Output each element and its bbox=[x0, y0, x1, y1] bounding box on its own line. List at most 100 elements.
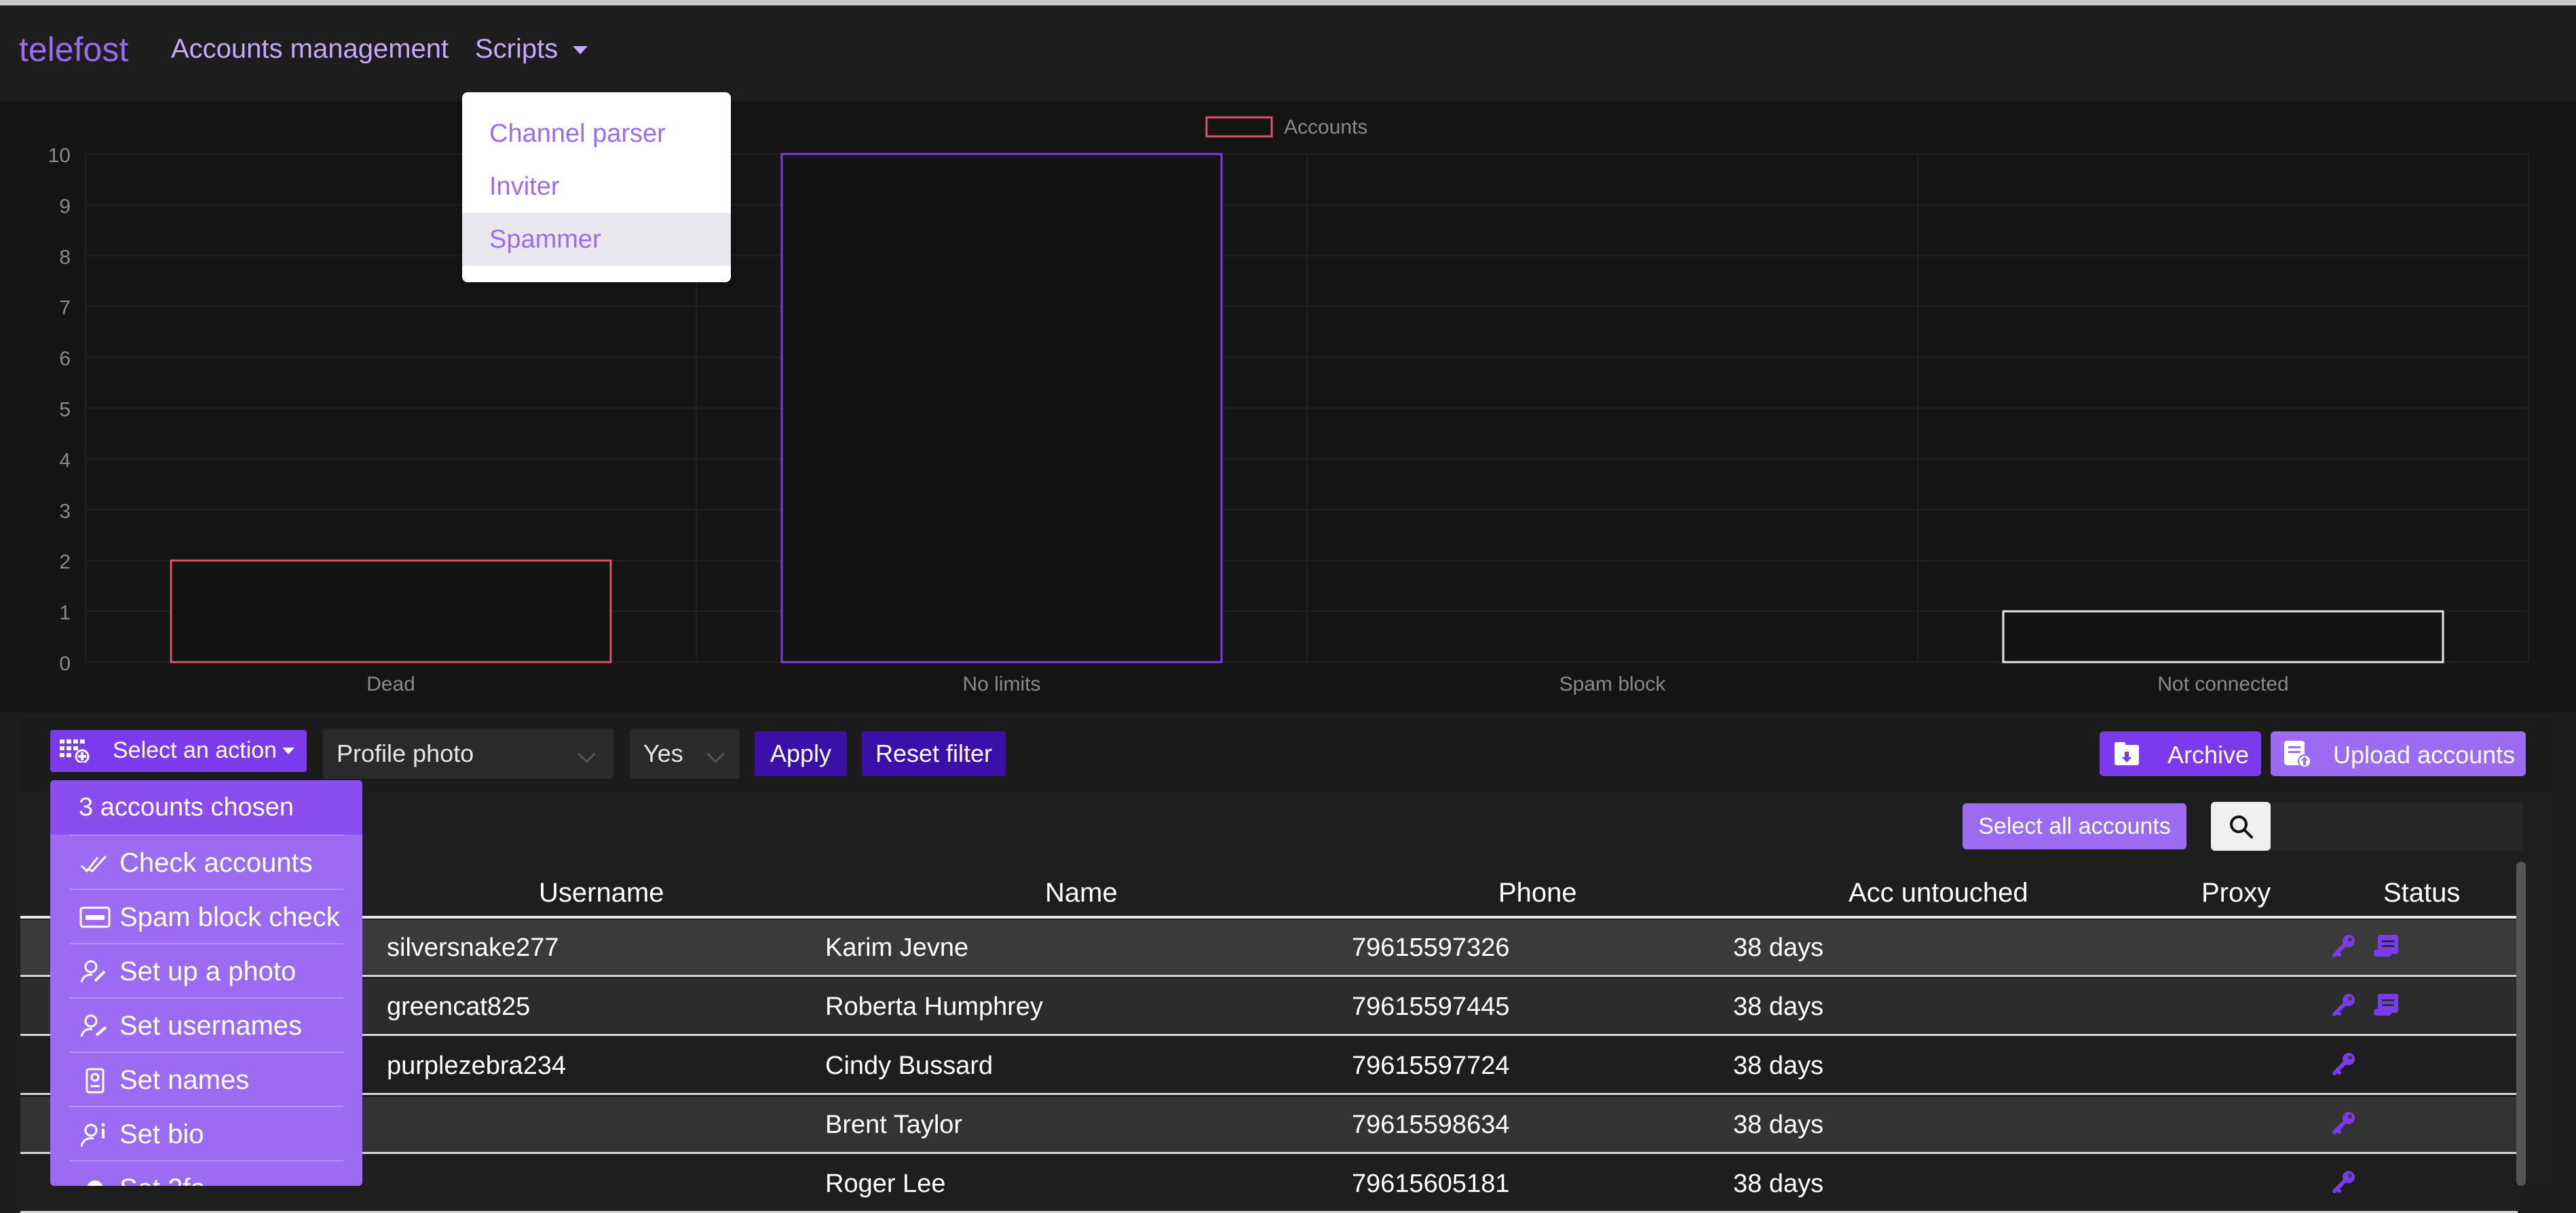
accounts-chosen-count: 3 accounts chosen bbox=[50, 780, 362, 834]
cell-username: greencat825 bbox=[387, 993, 531, 1021]
menu-item-label: Set bio bbox=[119, 1119, 204, 1149]
menu-item-label: Set names bbox=[119, 1065, 250, 1095]
table-row[interactable]: purplezebra234 Cindy Bussard 79615597724 38… bbox=[20, 1038, 2518, 1095]
y-tick-label: 8 bbox=[59, 246, 71, 269]
table-scrollbar[interactable] bbox=[2516, 862, 2526, 1186]
chevron-down-icon bbox=[577, 745, 596, 763]
table-row[interactable]: Brent Taylor 79615598634 38 days bbox=[20, 1097, 2518, 1154]
menu-item-label: Set usernames bbox=[119, 1011, 303, 1041]
apply-button[interactable]: Apply bbox=[755, 731, 847, 776]
y-tick-label: 9 bbox=[59, 195, 71, 218]
window-top-border bbox=[0, 0, 2576, 5]
nav-scripts-dropdown[interactable]: Scripts bbox=[475, 34, 588, 64]
user-edit-icon bbox=[80, 1014, 107, 1037]
key-icon[interactable] bbox=[2330, 991, 2357, 1022]
grid-icon bbox=[60, 739, 90, 763]
archive-button[interactable]: Archive bbox=[2100, 731, 2261, 776]
menu-item-inviter[interactable]: Inviter bbox=[462, 160, 731, 213]
x-tick-label: No limits bbox=[962, 673, 1040, 695]
column-header-proxy[interactable]: Proxy bbox=[2201, 878, 2271, 908]
upload-icon bbox=[2284, 741, 2311, 768]
upload-accounts-button[interactable]: Upload accounts bbox=[2271, 731, 2526, 776]
menu-item-spam-block-check[interactable]: Spam block check bbox=[69, 889, 343, 944]
cell-name: Brent Taylor bbox=[825, 1111, 963, 1139]
archive-label: Archive bbox=[2167, 741, 2250, 769]
search-icon bbox=[2230, 815, 2253, 839]
filter-field-select[interactable]: Profile photo bbox=[323, 729, 613, 779]
filter-field-value: Profile photo bbox=[337, 739, 474, 767]
cell-name: Roberta Humphrey bbox=[825, 993, 1044, 1021]
menu-item-channel-parser[interactable]: Channel parser bbox=[462, 107, 731, 160]
row-divider bbox=[20, 1034, 2518, 1036]
cell-name: Roger Lee bbox=[825, 1170, 946, 1198]
column-header-phone[interactable]: Phone bbox=[1498, 878, 1577, 908]
double-check-icon bbox=[80, 855, 107, 873]
brand-logo[interactable]: telefost bbox=[19, 30, 128, 69]
menu-item-set-bio[interactable]: Set bio bbox=[69, 1106, 343, 1161]
bar-dead bbox=[170, 559, 612, 663]
search-button[interactable] bbox=[2211, 802, 2271, 851]
user-edit-icon bbox=[80, 960, 106, 983]
select-action-dropdown[interactable]: Select an action bbox=[50, 730, 307, 772]
scroll-icon[interactable] bbox=[2372, 932, 2401, 963]
y-tick-label: 6 bbox=[59, 348, 71, 370]
chevron-down-icon bbox=[282, 748, 295, 754]
cell-phone: 79615597445 bbox=[1352, 993, 1510, 1021]
nav-accounts-management[interactable]: Accounts management bbox=[171, 34, 449, 64]
menu-item-label: Set up a photo bbox=[119, 957, 297, 986]
id-badge-icon bbox=[86, 1068, 105, 1094]
reset-filter-button[interactable]: Reset filter bbox=[862, 731, 1006, 776]
key-icon[interactable] bbox=[2330, 1109, 2357, 1140]
menu-item-set-up-a-photo[interactable]: Set up a photo bbox=[69, 943, 343, 999]
select-action-label: Select an action bbox=[113, 737, 277, 763]
table-row[interactable]: silversnake277 Karim Jevne 79615597326 38 d… bbox=[20, 920, 2518, 977]
y-tick-label: 3 bbox=[59, 500, 71, 522]
column-header-username[interactable]: Username bbox=[539, 878, 664, 908]
key-icon[interactable] bbox=[2330, 932, 2357, 963]
filter-value-value: Yes bbox=[643, 739, 683, 767]
nav-scripts-label: Scripts bbox=[475, 34, 558, 64]
column-header-name[interactable]: Name bbox=[1045, 878, 1118, 908]
menu-item-set-names[interactable]: Set names bbox=[69, 1052, 343, 1107]
menu-item-check-accounts[interactable]: Check accounts bbox=[69, 834, 343, 890]
y-tick-label: 4 bbox=[59, 449, 71, 471]
x-tick-label: Spam block bbox=[1559, 673, 1667, 695]
table-header-divider bbox=[20, 916, 2518, 919]
search-input[interactable] bbox=[2271, 802, 2523, 851]
cell-acc-untouched: 38 days bbox=[1733, 1170, 1824, 1198]
select-all-accounts-button[interactable]: Select all accounts bbox=[1963, 803, 2186, 849]
spam-icon bbox=[79, 906, 111, 928]
bar-not-connected bbox=[2002, 610, 2444, 663]
cell-username: purplezebra234 bbox=[387, 1052, 567, 1080]
upload-accounts-label: Upload accounts bbox=[2333, 741, 2516, 769]
row-divider bbox=[20, 1152, 2518, 1154]
y-tick-label: 2 bbox=[59, 551, 71, 573]
cell-phone: 79615598634 bbox=[1352, 1111, 1510, 1139]
key-icon[interactable] bbox=[2330, 1050, 2357, 1081]
menu-item-label: Set 2fa bbox=[119, 1161, 206, 1186]
menu-item-set-2fa[interactable]: Set 2fa bbox=[69, 1160, 343, 1186]
x-tick-label: Dead bbox=[366, 673, 415, 695]
y-tick-label: 0 bbox=[59, 653, 71, 675]
y-tick-label: 7 bbox=[59, 297, 71, 320]
column-header-status[interactable]: Status bbox=[2383, 878, 2460, 908]
table-row[interactable]: greencat825 Roberta Humphrey 79615597445 38… bbox=[20, 979, 2518, 1036]
y-tick-label: 1 bbox=[59, 602, 71, 624]
filter-value-select[interactable]: Yes bbox=[630, 729, 740, 779]
scroll-icon[interactable] bbox=[2372, 991, 2401, 1022]
menu-item-spammer[interactable]: Spammer bbox=[462, 213, 731, 266]
legend-swatch bbox=[1205, 116, 1273, 138]
menu-item-set-usernames[interactable]: Set usernames bbox=[69, 997, 343, 1053]
menu-item-label: Spam block check bbox=[119, 902, 340, 932]
chevron-down-icon bbox=[706, 745, 725, 763]
cell-acc-untouched: 38 days bbox=[1733, 1111, 1824, 1139]
action-dropdown-menu: 3 accounts chosen Check accounts Spam bl… bbox=[50, 780, 362, 1186]
y-tick-label: 5 bbox=[59, 399, 71, 421]
table-row[interactable]: Roger Lee 79615605181 38 days bbox=[20, 1156, 2518, 1213]
cell-phone: 79615597326 bbox=[1352, 933, 1510, 962]
key-icon[interactable] bbox=[2330, 1168, 2357, 1199]
cell-phone: 79615597724 bbox=[1352, 1052, 1510, 1080]
y-tick-label: 10 bbox=[48, 145, 71, 167]
column-header-acc-untouched[interactable]: Acc untouched bbox=[1849, 878, 2028, 908]
menu-item-label: Check accounts bbox=[119, 848, 313, 878]
